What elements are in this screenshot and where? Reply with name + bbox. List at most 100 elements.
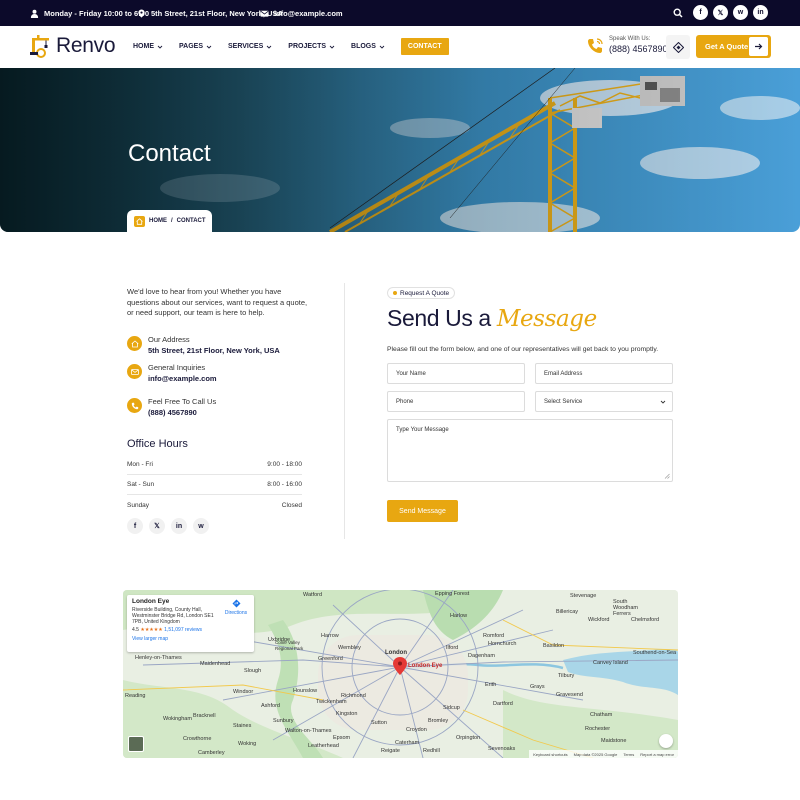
send-message-button[interactable]: Send Message	[387, 500, 458, 522]
map-label: Maidenhead	[200, 661, 231, 667]
nav-blogs[interactable]: BLOGS	[351, 38, 385, 55]
larger-map-link[interactable]: View larger map	[132, 636, 249, 642]
terms-link[interactable]: Terms	[623, 752, 634, 757]
nav-contact[interactable]: CONTACT	[400, 38, 449, 55]
map-label: Sutton	[371, 720, 387, 726]
office-hours-title: Office Hours	[127, 438, 188, 450]
column-divider	[344, 283, 345, 539]
map-label: Slough	[244, 668, 262, 674]
map-label: Canvey Island	[593, 660, 628, 666]
map-label: Erith	[485, 682, 497, 688]
map-label: Wokingham	[163, 716, 192, 722]
breadcrumb-home[interactable]: HOME	[149, 218, 167, 224]
map-label: Basildon	[543, 643, 565, 649]
menu-grid-button[interactable]	[666, 35, 690, 59]
arrow-right-icon	[749, 37, 768, 56]
logo[interactable]: Renvo	[30, 34, 116, 58]
map-label: Grays	[530, 684, 545, 690]
map-label: South Woodham Ferrers	[613, 599, 638, 617]
map-label: Maidstone	[601, 738, 627, 744]
phone-icon	[127, 398, 142, 413]
map-label: Hornchurch	[488, 641, 517, 647]
map-label: Croydon	[406, 727, 427, 733]
map-label: Woking	[238, 741, 257, 747]
map-label: Hounslow	[293, 688, 318, 694]
map-label: Kingston	[336, 711, 358, 717]
map-label: Redhill	[423, 748, 440, 754]
phone-input[interactable]: Phone	[387, 391, 525, 412]
phone-value[interactable]: (888) 4567890	[148, 407, 216, 418]
nav-pages-label: PAGES	[179, 43, 203, 50]
map-label: Richmond	[341, 693, 366, 699]
top-email-text: info@example.com	[274, 8, 343, 18]
hours-row: Mon - Fri 9:00 - 18:00	[127, 455, 302, 475]
satellite-toggle[interactable]	[128, 736, 144, 752]
map-label: Caterham	[395, 740, 420, 746]
rating-value: 4.5	[132, 627, 139, 633]
map-label: London	[385, 650, 407, 656]
hours-row: Sat - Sun 8:00 - 16:00	[127, 475, 302, 495]
map-camera-control[interactable]	[659, 734, 673, 748]
badge-dot	[393, 291, 397, 295]
whatsapp-icon[interactable]: w	[193, 518, 209, 534]
form-title-main: Send Us a	[387, 305, 491, 331]
breadcrumb-separator: /	[171, 218, 173, 224]
nav-home-label: HOME	[133, 43, 154, 50]
home-icon[interactable]	[134, 215, 145, 227]
header-phone[interactable]: (888) 4567890	[609, 44, 668, 54]
email-value[interactable]: info@example.com	[148, 373, 217, 384]
location-map[interactable]: London Eye Watford Epping Forest Stevena…	[123, 590, 678, 758]
message-textarea[interactable]: Type Your Message	[387, 419, 673, 482]
name-input[interactable]: Your Name	[387, 363, 525, 384]
email-input[interactable]: Email Address	[535, 363, 673, 384]
x-twitter-icon[interactable]: 𝕏	[713, 5, 728, 20]
get-quote-button[interactable]: Get A Quote	[696, 35, 771, 58]
keyboard-shortcuts-link[interactable]: Keyboard shortcuts	[533, 752, 567, 757]
facebook-icon[interactable]: f	[693, 5, 708, 20]
reviews-link[interactable]: 1,51,097 reviews	[164, 627, 202, 633]
service-select[interactable]: Select Service	[535, 391, 673, 412]
chevron-down-icon	[266, 45, 272, 49]
diamond-grid-icon	[672, 41, 684, 53]
contact-email: General Inquiries info@example.com	[127, 362, 217, 384]
map-label: Gravesend	[556, 692, 583, 698]
map-pin-label: London Eye	[408, 663, 443, 669]
directions-button[interactable]: Directions	[224, 599, 248, 616]
top-email[interactable]: info@example.com	[260, 0, 343, 26]
map-label: Walton-on-Thames	[285, 728, 332, 734]
map-label: Reading	[125, 693, 146, 699]
nav-home[interactable]: HOME	[133, 38, 163, 55]
linkedin-icon[interactable]: in	[753, 5, 768, 20]
user-icon	[30, 9, 39, 18]
nav-pages[interactable]: PAGES	[179, 38, 212, 55]
search-icon[interactable]	[673, 8, 683, 18]
directions-label: Directions	[224, 610, 248, 616]
nav-projects[interactable]: PROJECTS	[288, 38, 335, 55]
x-twitter-icon[interactable]: 𝕏	[149, 518, 165, 534]
chevron-down-icon	[157, 45, 163, 49]
map-label: Romford	[483, 633, 505, 639]
map-label: Reigate	[381, 748, 400, 754]
map-label: Henley-on-Thames	[135, 655, 182, 661]
mail-icon	[260, 10, 269, 17]
map-label: Greenford	[318, 656, 343, 662]
map-label: Windsor	[233, 689, 254, 695]
chevron-down-icon	[660, 400, 666, 404]
breadcrumb-current: CONTACT	[176, 218, 206, 224]
map-label: Chatham	[590, 712, 613, 718]
nav-services[interactable]: SERVICES	[228, 38, 272, 55]
contact-phone: Feel Free To Call Us (888) 4567890	[127, 396, 216, 418]
resize-handle-icon[interactable]	[664, 473, 670, 479]
phone-label: Feel Free To Call Us	[148, 397, 217, 406]
map-label: Stevenage	[570, 593, 597, 599]
map-label: Wembley	[338, 645, 361, 651]
top-bar: Monday - Friday 10:00 to 6:00 5th Street…	[0, 0, 800, 26]
report-error-link[interactable]: Report a map error	[640, 752, 674, 757]
facebook-icon[interactable]: f	[127, 518, 143, 534]
form-title: Send Us a Message	[387, 305, 597, 332]
whatsapp-icon[interactable]: w	[733, 5, 748, 20]
hours-time: Closed	[281, 501, 302, 509]
map-label: Watford	[303, 592, 323, 598]
linkedin-icon[interactable]: in	[171, 518, 187, 534]
page-title: Contact	[128, 140, 211, 167]
